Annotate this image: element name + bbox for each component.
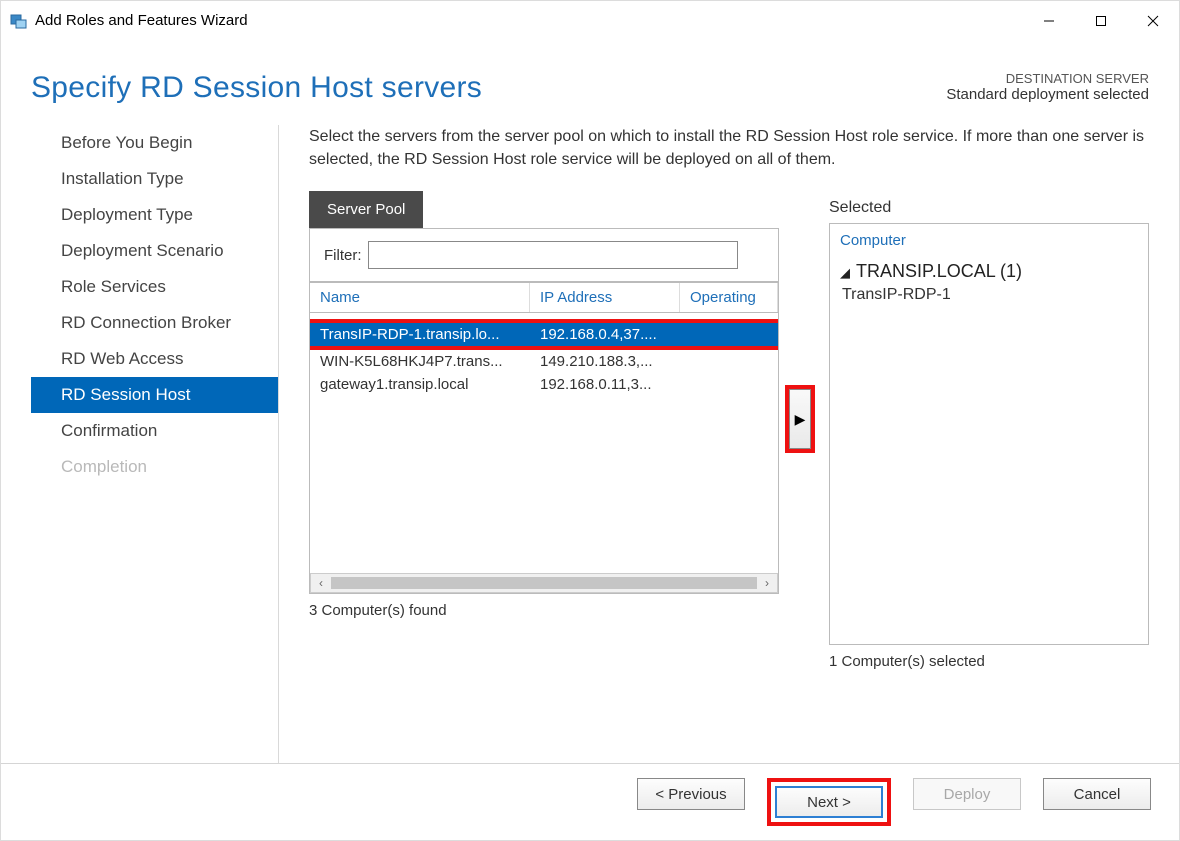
selected-item[interactable]: TransIP-RDP-1 xyxy=(842,286,1138,304)
wizard-steps-sidebar: Before You Begin Installation Type Deplo… xyxy=(31,125,279,763)
page-title: Specify RD Session Host servers xyxy=(31,71,482,105)
minimize-button[interactable] xyxy=(1023,1,1075,41)
cell-name: WIN-K5L68HKJ4P7.trans... xyxy=(310,350,530,373)
table-row[interactable]: gateway1.transip.local 192.168.0.11,3... xyxy=(310,373,778,396)
col-header-ip[interactable]: IP Address xyxy=(530,283,680,312)
selected-group[interactable]: ◢ TRANSIP.LOCAL (1) xyxy=(840,261,1138,282)
selected-panel: Selected Computer ◢ TRANSIP.LOCAL (1) Tra… xyxy=(829,191,1149,670)
previous-button[interactable]: < Previous xyxy=(637,778,745,810)
main-area: Before You Begin Installation Type Deplo… xyxy=(1,125,1179,763)
step-deployment-scenario[interactable]: Deployment Scenario xyxy=(31,233,278,269)
highlight-add-button: ▶ xyxy=(785,385,815,453)
app-icon xyxy=(9,11,29,31)
step-confirmation[interactable]: Confirmation xyxy=(31,413,278,449)
cell-os xyxy=(680,373,778,396)
deploy-button: Deploy xyxy=(913,778,1021,810)
instruction-text: Select the servers from the server pool … xyxy=(309,125,1149,171)
highlight-selected-row: TransIP-RDP-1.transip.lo... 192.168.0.4,… xyxy=(310,319,778,350)
server-pool-table: Name IP Address Operating TransIP-RDP-1.… xyxy=(309,282,779,594)
maximize-button[interactable] xyxy=(1075,1,1127,41)
step-completion: Completion xyxy=(31,449,278,485)
content-pane: Select the servers from the server pool … xyxy=(279,125,1149,763)
triangle-down-icon: ◢ xyxy=(840,265,850,280)
step-rd-session-host[interactable]: RD Session Host xyxy=(31,377,278,413)
col-header-name[interactable]: Name xyxy=(310,283,530,312)
cell-os xyxy=(680,350,778,373)
pool-table-header: Name IP Address Operating xyxy=(310,283,778,313)
triangle-right-icon: ▶ xyxy=(795,411,806,428)
cell-ip: 192.168.0.11,3... xyxy=(530,373,680,396)
panels: Server Pool Filter: Name IP Address Oper… xyxy=(309,191,1149,763)
pool-footer-count: 3 Computer(s) found xyxy=(309,602,779,619)
step-rd-connection-broker[interactable]: RD Connection Broker xyxy=(31,305,278,341)
cancel-button[interactable]: Cancel xyxy=(1043,778,1151,810)
selected-label: Selected xyxy=(829,199,1149,217)
wizard-window: Add Roles and Features Wizard Specify RD… xyxy=(0,0,1180,841)
table-row[interactable]: TransIP-RDP-1.transip.lo... 192.168.0.4,… xyxy=(310,323,778,346)
step-rd-web-access[interactable]: RD Web Access xyxy=(31,341,278,377)
next-button[interactable]: Next > xyxy=(775,786,883,818)
destination-box: DESTINATION SERVER Standard deployment s… xyxy=(946,71,1149,103)
selected-footer-count: 1 Computer(s) selected xyxy=(829,653,1149,670)
selected-group-label: TRANSIP.LOCAL (1) xyxy=(856,261,1022,281)
selected-listbox[interactable]: Computer ◢ TRANSIP.LOCAL (1) TransIP-RDP-… xyxy=(829,223,1149,645)
cell-name: TransIP-RDP-1.transip.lo... xyxy=(310,323,530,346)
wizard-footer: < Previous Next > Deploy Cancel xyxy=(1,763,1179,840)
filter-box: Filter: xyxy=(309,228,779,282)
destination-label: DESTINATION SERVER xyxy=(946,71,1149,86)
step-before-you-begin[interactable]: Before You Begin xyxy=(31,125,278,161)
header-area: Specify RD Session Host servers DESTINAT… xyxy=(1,41,1179,125)
server-pool-panel: Server Pool Filter: Name IP Address Oper… xyxy=(309,191,779,619)
close-button[interactable] xyxy=(1127,1,1179,41)
horizontal-scrollbar[interactable]: ‹ › xyxy=(310,573,778,593)
scroll-track[interactable] xyxy=(331,577,757,589)
selected-header: Computer xyxy=(840,232,1138,249)
window-title: Add Roles and Features Wizard xyxy=(35,12,248,29)
window-controls xyxy=(1023,1,1179,41)
scroll-left-icon[interactable]: ‹ xyxy=(311,576,331,590)
titlebar: Add Roles and Features Wizard xyxy=(1,1,1179,41)
step-installation-type[interactable]: Installation Type xyxy=(31,161,278,197)
step-deployment-type[interactable]: Deployment Type xyxy=(31,197,278,233)
add-server-button[interactable]: ▶ xyxy=(789,389,811,449)
highlight-next-button: Next > xyxy=(767,778,891,826)
server-pool-tab[interactable]: Server Pool xyxy=(309,191,423,228)
scroll-right-icon[interactable]: › xyxy=(757,576,777,590)
pool-rows: TransIP-RDP-1.transip.lo... 192.168.0.4,… xyxy=(310,313,778,573)
cell-ip: 192.168.0.4,37.... xyxy=(530,323,680,346)
filter-label: Filter: xyxy=(324,247,362,264)
step-role-services[interactable]: Role Services xyxy=(31,269,278,305)
cell-os xyxy=(680,323,778,346)
table-row[interactable]: WIN-K5L68HKJ4P7.trans... 149.210.188.3,.… xyxy=(310,350,778,373)
destination-value: Standard deployment selected xyxy=(946,86,1149,103)
col-header-os[interactable]: Operating xyxy=(680,283,778,312)
cell-name: gateway1.transip.local xyxy=(310,373,530,396)
filter-input[interactable] xyxy=(368,241,738,269)
cell-ip: 149.210.188.3,... xyxy=(530,350,680,373)
